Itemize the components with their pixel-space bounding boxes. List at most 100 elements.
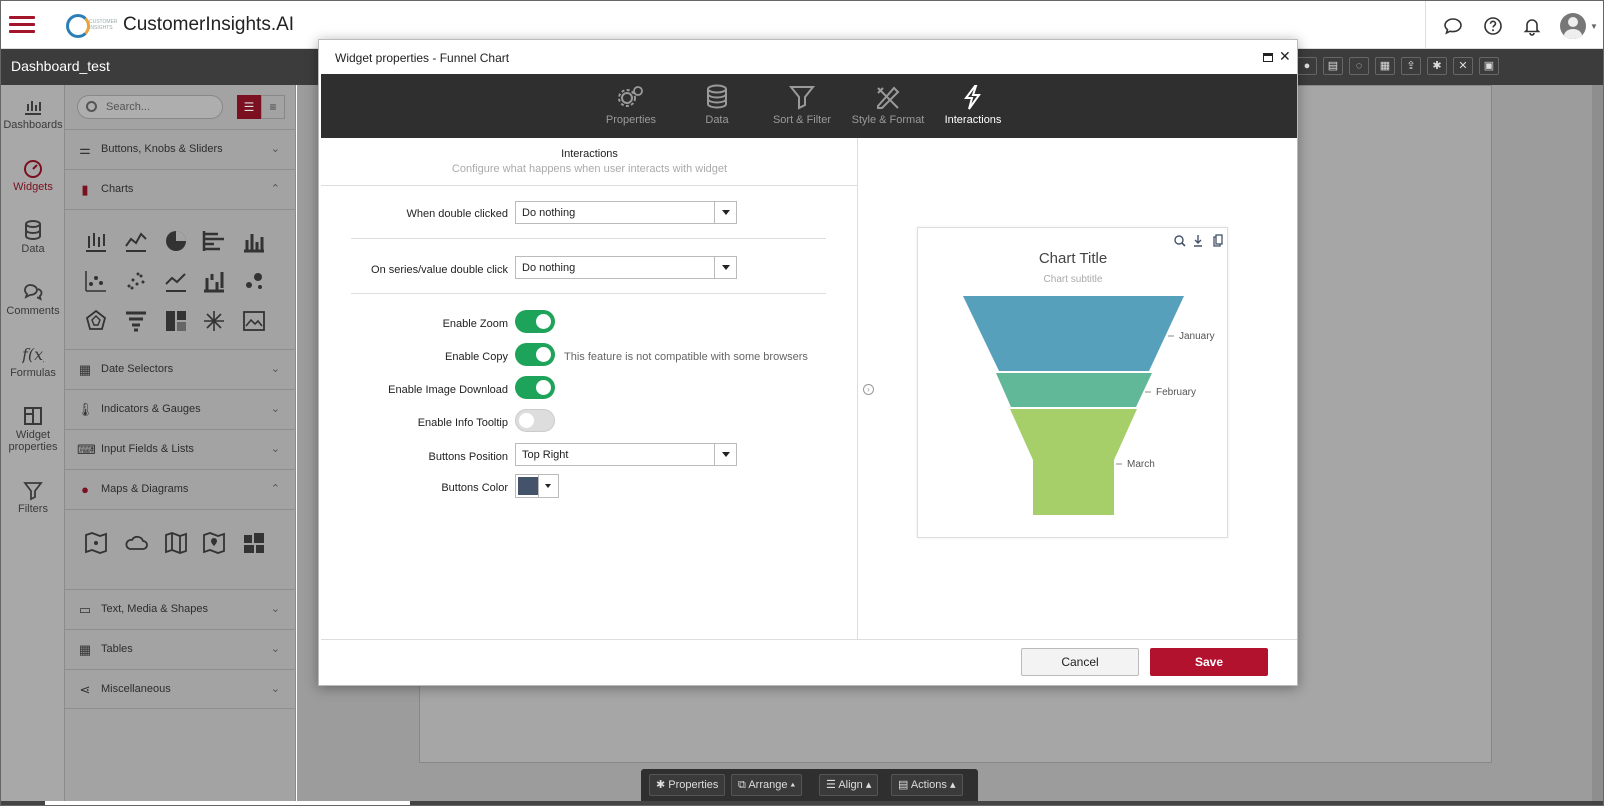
visibility-icon[interactable]: ◌ bbox=[1349, 57, 1369, 75]
menu-icon[interactable] bbox=[9, 12, 35, 38]
search-input[interactable]: Search... bbox=[77, 95, 223, 119]
expand-arrow-icon[interactable]: › bbox=[863, 384, 874, 395]
properties-button[interactable]: ✱ Properties bbox=[649, 774, 726, 796]
series-click-select[interactable]: Do nothing bbox=[515, 256, 737, 279]
nav-formulas[interactable]: f(x) Formulas bbox=[1, 333, 65, 393]
horizontal-bar-chart-icon[interactable] bbox=[201, 228, 227, 254]
buttons-color-picker[interactable] bbox=[515, 474, 559, 498]
dot-line-chart-icon[interactable] bbox=[83, 268, 109, 294]
nav-dashboards[interactable]: Dashboards bbox=[1, 85, 65, 145]
region-map-icon[interactable] bbox=[241, 530, 267, 556]
section-label: Charts bbox=[101, 183, 134, 195]
world-map-icon[interactable] bbox=[83, 530, 109, 556]
button-label: Arrange bbox=[748, 779, 788, 791]
section-charts[interactable]: ▮ Charts ⌃ bbox=[65, 169, 296, 209]
nav-data[interactable]: Data bbox=[1, 209, 65, 269]
line-chart-icon[interactable] bbox=[163, 268, 189, 294]
arrange-button[interactable]: ⧉ Arrange ▴ bbox=[731, 774, 803, 796]
section-text-media[interactable]: ▭ Text, Media & Shapes ⌄ bbox=[65, 589, 296, 629]
chat-icon[interactable] bbox=[1442, 15, 1464, 37]
save-icon[interactable]: ▣ bbox=[1479, 57, 1499, 75]
info-tooltip-toggle[interactable] bbox=[515, 409, 555, 432]
funnel-segment-january[interactable] bbox=[963, 296, 1184, 371]
chevron-down-icon[interactable]: ▼ bbox=[1590, 22, 1598, 31]
close-icon[interactable]: ✕ bbox=[1279, 48, 1291, 65]
image-chart-icon[interactable] bbox=[241, 308, 267, 334]
view-list-button[interactable]: ≡ bbox=[261, 95, 285, 119]
sunburst-chart-icon[interactable] bbox=[201, 308, 227, 334]
scrollbar-vertical[interactable] bbox=[1592, 85, 1603, 801]
fill-icon[interactable]: ● bbox=[1297, 57, 1317, 75]
radar-chart-icon[interactable] bbox=[83, 308, 109, 334]
chevron-down-icon: ⌄ bbox=[270, 143, 280, 155]
nav-comments[interactable]: Comments bbox=[1, 271, 65, 331]
nav-filters[interactable]: Filters bbox=[1, 469, 65, 529]
export-icon[interactable]: ⇪ bbox=[1401, 57, 1421, 75]
info-tooltip-label: Enable Info Tooltip bbox=[417, 417, 508, 429]
folded-map-icon[interactable] bbox=[163, 530, 189, 556]
image-download-toggle[interactable] bbox=[515, 376, 555, 399]
section-input-fields[interactable]: ⌨ Input Fields & Lists ⌄ bbox=[65, 429, 296, 469]
funnel-segment-february[interactable] bbox=[996, 373, 1152, 407]
filter-icon bbox=[788, 86, 816, 110]
funnel-chart-icon[interactable] bbox=[123, 308, 149, 334]
column-chart-icon[interactable] bbox=[241, 228, 267, 254]
pdf-icon[interactable]: ▤ bbox=[1323, 57, 1343, 75]
dashboard-title: Dashboard_test bbox=[11, 58, 110, 74]
pie-chart-icon[interactable] bbox=[163, 228, 189, 254]
align-button[interactable]: ☰ Align ▴ bbox=[819, 774, 879, 796]
section-misc[interactable]: ⋖ Miscellaneous ⌄ bbox=[65, 669, 296, 709]
horizontal-scrollbar[interactable] bbox=[1, 801, 1603, 805]
scatter-chart-icon[interactable] bbox=[123, 268, 149, 294]
map-marker-icon[interactable] bbox=[201, 530, 227, 556]
close-icon[interactable]: ✕ bbox=[1453, 57, 1473, 75]
tab-style-format[interactable]: Style & Format bbox=[848, 84, 928, 126]
section-maps[interactable]: ● Maps & Diagrams ⌃ bbox=[65, 469, 296, 509]
copy-icon[interactable] bbox=[1213, 234, 1223, 247]
funnel-segment-march[interactable] bbox=[1010, 409, 1137, 515]
help-icon[interactable] bbox=[1482, 15, 1504, 37]
save-button[interactable]: Save bbox=[1150, 648, 1268, 676]
section-label: Tables bbox=[101, 643, 133, 655]
download-icon[interactable] bbox=[1194, 235, 1202, 247]
area-chart-icon[interactable] bbox=[123, 228, 149, 254]
grid-icon[interactable]: ▦ bbox=[1375, 57, 1395, 75]
section-indicators[interactable]: 🌡 Indicators & Gauges ⌄ bbox=[65, 389, 296, 429]
candlestick-chart-icon[interactable] bbox=[83, 228, 109, 254]
section-label: Maps & Diagrams bbox=[101, 483, 189, 495]
waterfall-chart-icon[interactable] bbox=[201, 268, 227, 294]
avatar[interactable] bbox=[1560, 13, 1586, 39]
section-buttons[interactable]: ⚌ Buttons, Knobs & Sliders ⌄ bbox=[65, 129, 296, 169]
buttons-position-select[interactable]: Top Right bbox=[515, 443, 737, 466]
map-pin-icon: ● bbox=[81, 482, 89, 497]
search-icon bbox=[86, 101, 97, 112]
double-click-select[interactable]: Do nothing bbox=[515, 201, 737, 224]
zoom-toggle[interactable] bbox=[515, 310, 555, 333]
button-label: Align bbox=[838, 779, 863, 791]
maximize-icon[interactable] bbox=[1263, 53, 1273, 62]
bubble-chart-icon[interactable] bbox=[241, 268, 267, 294]
view-detailed-button[interactable]: ☰ bbox=[237, 95, 261, 119]
gear-icon[interactable]: ✱ bbox=[1427, 57, 1447, 75]
bell-icon[interactable] bbox=[1521, 15, 1543, 37]
nav-label: Filters bbox=[18, 503, 48, 515]
dialog-header: Widget properties - Funnel Chart ✕ bbox=[319, 40, 1297, 74]
dialog-tabs: Properties Data Sort & Filter Style & Fo… bbox=[321, 74, 1297, 138]
actions-button[interactable]: ▤ Actions ▴ bbox=[891, 774, 963, 796]
copy-toggle[interactable] bbox=[515, 343, 555, 366]
nav-widgets[interactable]: Widgets bbox=[1, 147, 65, 207]
cloud-icon[interactable] bbox=[123, 530, 149, 556]
section-tables[interactable]: ▦ Tables ⌄ bbox=[65, 629, 296, 669]
cancel-button[interactable]: Cancel bbox=[1021, 648, 1139, 676]
maps-grid bbox=[65, 509, 296, 589]
chevron-down-icon: ⌄ bbox=[270, 643, 280, 655]
tab-data[interactable]: Data bbox=[677, 84, 757, 126]
tab-interactions[interactable]: Interactions bbox=[933, 84, 1013, 126]
tab-properties[interactable]: Properties bbox=[591, 84, 671, 126]
zoom-icon[interactable] bbox=[1174, 235, 1186, 247]
section-date-selectors[interactable]: ▦ Date Selectors ⌄ bbox=[65, 349, 296, 389]
tab-sort-filter[interactable]: Sort & Filter bbox=[762, 84, 842, 126]
zoom-label: Enable Zoom bbox=[442, 318, 508, 330]
nav-widget-properties[interactable]: Widget properties bbox=[1, 395, 65, 459]
treemap-chart-icon[interactable] bbox=[163, 308, 189, 334]
